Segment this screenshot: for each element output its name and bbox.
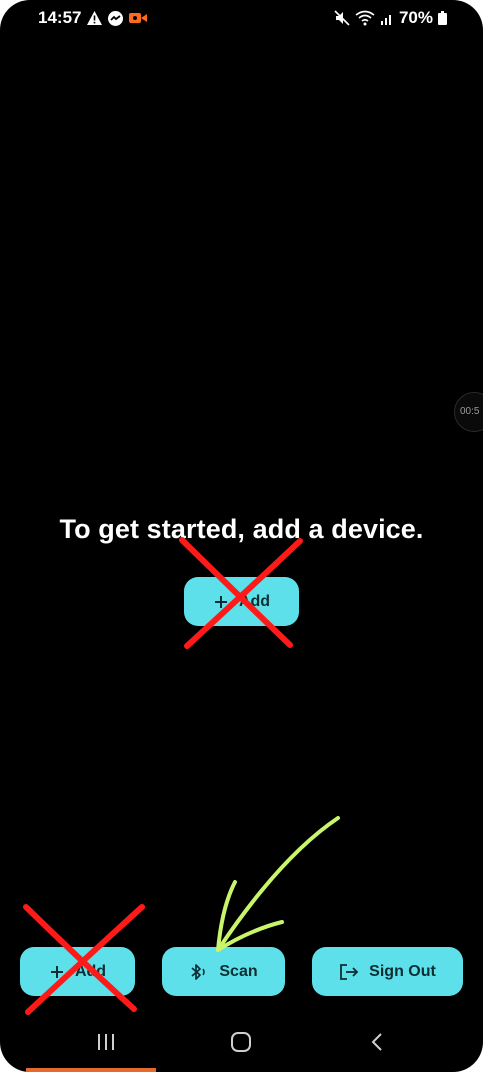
scan-button[interactable]: Scan — [162, 947, 285, 996]
mute-icon — [334, 10, 350, 26]
recording-timer[interactable]: 00:5 — [454, 392, 483, 432]
empty-state-message: To get started, add a device. — [59, 514, 424, 544]
sign-out-label: Sign Out — [369, 962, 436, 980]
navigation-bar — [0, 1018, 483, 1066]
status-bar: 14:57 70% — [0, 0, 483, 36]
bottom-add-button[interactable]: Add — [20, 947, 135, 996]
home-button[interactable] — [221, 1028, 261, 1056]
status-left-icons — [86, 9, 148, 27]
bottom-add-label: Add — [74, 962, 107, 980]
phone-screen: 14:57 70% 00:5 To get started, add a dev… — [0, 0, 483, 1072]
wifi-icon — [355, 10, 375, 26]
logout-icon — [339, 963, 359, 981]
plus-icon — [213, 594, 229, 610]
battery-icon — [438, 11, 447, 25]
recording-progress-line — [26, 1068, 156, 1072]
scan-label: Scan — [219, 962, 258, 980]
signal-icon — [380, 15, 391, 25]
back-icon — [371, 1033, 382, 1051]
battery-level: 70% — [398, 8, 433, 27]
sign-out-button[interactable]: Sign Out — [312, 947, 463, 996]
green-arrow-annotation — [216, 816, 340, 952]
back-button[interactable] — [357, 1028, 397, 1056]
recent-apps-icon — [98, 1034, 114, 1050]
add-device-label: Add — [238, 592, 271, 610]
home-icon — [231, 1032, 251, 1052]
add-device-button[interactable]: Add — [184, 577, 299, 626]
messenger-icon — [108, 10, 123, 26]
warning-icon — [87, 11, 102, 25]
bluetooth-searching-icon — [189, 963, 209, 981]
video-record-icon — [129, 13, 147, 23]
status-right: 70% — [334, 8, 447, 28]
status-time: 14:57 — [38, 8, 82, 27]
recent-apps-button[interactable] — [86, 1028, 126, 1056]
plus-icon — [49, 964, 65, 980]
